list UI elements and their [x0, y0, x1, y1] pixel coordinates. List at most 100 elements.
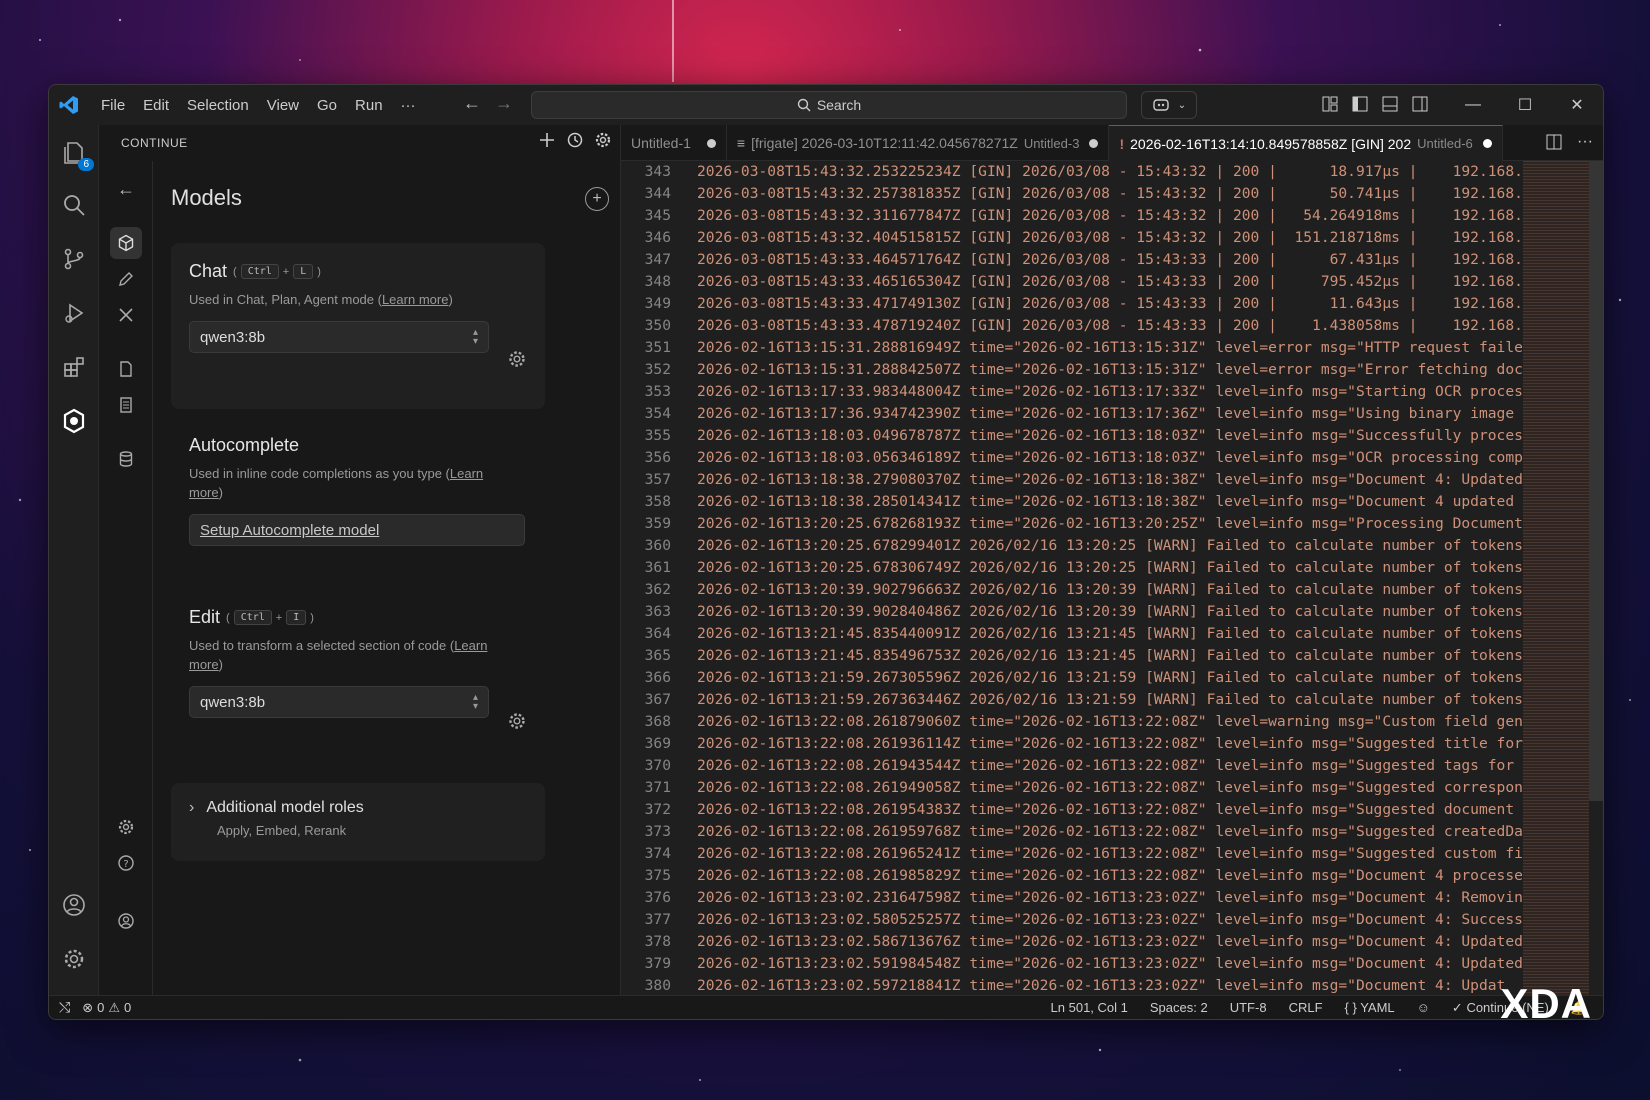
additional-roles-card[interactable]: › Additional model roles Apply, Embed, R… — [171, 783, 545, 861]
code-line[interactable]: 358 2026-02-16T13:18:38.285014341Z time="… — [621, 491, 1523, 513]
encoding[interactable]: UTF-8 — [1230, 1000, 1267, 1015]
continue-icon[interactable] — [58, 405, 90, 437]
menu-view[interactable]: View — [259, 93, 307, 118]
run-debug-icon[interactable] — [58, 297, 90, 329]
edit-model-settings-gear-icon[interactable] — [507, 711, 527, 731]
code-line[interactable]: 376 2026-02-16T13:23:02.231647598Z time="… — [621, 887, 1523, 909]
search-icon[interactable] — [58, 189, 90, 221]
history-icon[interactable] — [566, 131, 584, 149]
forward-arrow-icon[interactable]: → — [495, 93, 513, 114]
account-icon[interactable] — [58, 889, 90, 921]
code-line[interactable]: 363 2026-02-16T13:20:39.902840486Z 2026/0… — [621, 601, 1523, 623]
menu-file[interactable]: File — [93, 93, 133, 118]
code-line[interactable]: 343 2026-03-08T15:43:32.253225234Z [GIN] … — [621, 161, 1523, 183]
code-editor[interactable]: 343 2026-03-08T15:43:32.253225234Z [GIN] … — [621, 161, 1603, 995]
tab-untitled-3[interactable]: ≡ [frigate] 2026-03-10T12:11:42.04567827… — [727, 125, 1110, 161]
close-button[interactable]: ✕ — [1551, 85, 1603, 125]
new-session-plus-icon[interactable] — [538, 131, 556, 149]
code-line[interactable]: 369 2026-02-16T13:22:08.261936114Z time="… — [621, 733, 1523, 755]
code-line[interactable]: 370 2026-02-16T13:22:08.261943544Z time="… — [621, 755, 1523, 777]
code-line[interactable]: 364 2026-02-16T13:21:45.835440091Z 2026/0… — [621, 623, 1523, 645]
code-line[interactable]: 351 2026-02-16T13:15:31.288816949Z time="… — [621, 337, 1523, 359]
chat-learn-more-link[interactable]: Learn more — [382, 292, 448, 307]
code-line[interactable]: 378 2026-02-16T13:23:02.586713676Z time="… — [621, 931, 1523, 953]
code-line[interactable]: 366 2026-02-16T13:21:59.267305596Z 2026/0… — [621, 667, 1523, 689]
chat-model-settings-gear-icon[interactable] — [507, 349, 527, 369]
code-line[interactable]: 345 2026-03-08T15:43:32.311677847Z [GIN] … — [621, 205, 1523, 227]
code-line[interactable]: 367 2026-02-16T13:21:59.267363446Z 2026/0… — [621, 689, 1523, 711]
copilot-button[interactable]: ⌄ — [1141, 91, 1197, 119]
back-arrow-icon[interactable]: ← — [463, 93, 481, 114]
rules-pencil-icon[interactable] — [110, 263, 142, 295]
cursor-position[interactable]: Ln 501, Col 1 — [1051, 1000, 1128, 1015]
code-line[interactable]: 350 2026-03-08T15:43:33.478719240Z [GIN] … — [621, 315, 1523, 337]
chat-model-select[interactable]: qwen3:8b ▴ ▾ — [189, 321, 489, 353]
indentation[interactable]: Spaces: 2 — [1150, 1000, 1208, 1015]
toggle-panel-icon[interactable] — [1381, 95, 1399, 113]
problems-indicator[interactable]: ⊗ 0 ⚠ 0 — [82, 1000, 131, 1016]
minimap[interactable] — [1523, 161, 1589, 995]
code-line[interactable]: 346 2026-03-08T15:43:32.404515815Z [GIN] … — [621, 227, 1523, 249]
code-line[interactable]: 348 2026-03-08T15:43:33.465165304Z [GIN] … — [621, 271, 1523, 293]
menu-selection[interactable]: Selection — [179, 93, 257, 118]
tab-untitled-6[interactable]: ! 2026-02-16T13:14:10.849578858Z [GIN] 2… — [1109, 125, 1503, 161]
code-line[interactable]: 349 2026-03-08T15:43:33.471749130Z [GIN] … — [621, 293, 1523, 315]
code-line[interactable]: 361 2026-02-16T13:20:25.678306749Z 2026/0… — [621, 557, 1523, 579]
customize-layout-icon[interactable] — [1321, 95, 1339, 113]
manage-gear-icon[interactable] — [58, 943, 90, 975]
docs-book-icon[interactable] — [110, 389, 142, 421]
help-icon[interactable]: ? — [110, 847, 142, 879]
code-line[interactable]: 371 2026-02-16T13:22:08.261949058Z time="… — [621, 777, 1523, 799]
code-line[interactable]: 379 2026-02-16T13:23:02.591984548Z time="… — [621, 953, 1523, 975]
code-line[interactable]: 380 2026-02-16T13:23:02.597218841Z time="… — [621, 975, 1523, 995]
vertical-scrollbar[interactable] — [1589, 161, 1603, 801]
add-model-plus-icon[interactable]: + — [585, 187, 609, 211]
code-line[interactable]: 352 2026-02-16T13:15:31.288842507Z time="… — [621, 359, 1523, 381]
split-editor-icon[interactable] — [1545, 133, 1563, 151]
source-control-icon[interactable] — [58, 243, 90, 275]
tab-untitled-1[interactable]: Untitled-1 — [621, 125, 727, 161]
language-mode[interactable]: { } YAML — [1345, 1000, 1395, 1015]
code-line[interactable]: 362 2026-02-16T13:20:39.902796663Z 2026/0… — [621, 579, 1523, 601]
more-actions-icon[interactable]: ··· — [1577, 133, 1593, 151]
code-line[interactable]: 355 2026-02-16T13:18:03.049678787Z time="… — [621, 425, 1523, 447]
explorer-icon[interactable]: 6 — [58, 137, 94, 171]
menu-more[interactable]: ··· — [393, 93, 424, 118]
tools-icon[interactable] — [110, 299, 142, 331]
code-line[interactable]: 356 2026-02-16T13:18:03.056346189Z time="… — [621, 447, 1523, 469]
copilot-status-icon[interactable]: ☺ — [1417, 1000, 1430, 1015]
toggle-secondary-sidebar-icon[interactable] — [1411, 95, 1429, 113]
code-line[interactable]: 360 2026-02-16T13:20:25.678299401Z 2026/0… — [621, 535, 1523, 557]
config-gear-icon[interactable] — [110, 811, 142, 843]
code-line[interactable]: 372 2026-02-16T13:22:08.261954383Z time="… — [621, 799, 1523, 821]
code-line[interactable]: 368 2026-02-16T13:22:08.261879060Z time="… — [621, 711, 1523, 733]
menu-edit[interactable]: Edit — [135, 93, 177, 118]
account-icon[interactable] — [110, 905, 142, 937]
code-line[interactable]: 365 2026-02-16T13:21:45.835496753Z 2026/0… — [621, 645, 1523, 667]
setup-autocomplete-button[interactable]: Setup Autocomplete model — [189, 514, 525, 546]
code-line[interactable]: 357 2026-02-16T13:18:38.279080370Z time="… — [621, 469, 1523, 491]
code-line[interactable]: 359 2026-02-16T13:20:25.678268193Z time="… — [621, 513, 1523, 535]
code-line[interactable]: 353 2026-02-16T13:17:33.983448004Z time="… — [621, 381, 1523, 403]
database-icon[interactable] — [110, 443, 142, 475]
edit-model-select[interactable]: qwen3:8b ▴ ▾ — [189, 686, 489, 718]
command-center-search[interactable]: Search — [531, 91, 1127, 119]
code-line[interactable]: 374 2026-02-16T13:22:08.261965241Z time="… — [621, 843, 1523, 865]
extensions-icon[interactable] — [58, 351, 90, 383]
remote-indicator-icon[interactable]: ⤭ — [59, 999, 70, 1016]
code-line[interactable]: 354 2026-02-16T13:17:36.934742390Z time="… — [621, 403, 1523, 425]
code-line[interactable]: 344 2026-03-08T15:43:32.257381835Z [GIN] … — [621, 183, 1523, 205]
maximize-button[interactable]: ☐ — [1499, 85, 1551, 125]
end-of-line[interactable]: CRLF — [1289, 1000, 1323, 1015]
code-line[interactable]: 375 2026-02-16T13:22:08.261985829Z time="… — [621, 865, 1523, 887]
menu-run[interactable]: Run — [347, 93, 391, 118]
models-cube-icon[interactable] — [110, 227, 142, 259]
prompts-file-icon[interactable] — [110, 353, 142, 385]
toggle-primary-sidebar-icon[interactable] — [1351, 95, 1369, 113]
code-line[interactable]: 373 2026-02-16T13:22:08.261959768Z time="… — [621, 821, 1523, 843]
back-arrow-icon[interactable]: ← — [110, 173, 142, 205]
code-line[interactable]: 347 2026-03-08T15:43:33.464571764Z [GIN] … — [621, 249, 1523, 271]
code-line[interactable]: 377 2026-02-16T13:23:02.580525257Z time="… — [621, 909, 1523, 931]
minimize-button[interactable]: — — [1447, 85, 1499, 125]
menu-go[interactable]: Go — [309, 93, 345, 118]
